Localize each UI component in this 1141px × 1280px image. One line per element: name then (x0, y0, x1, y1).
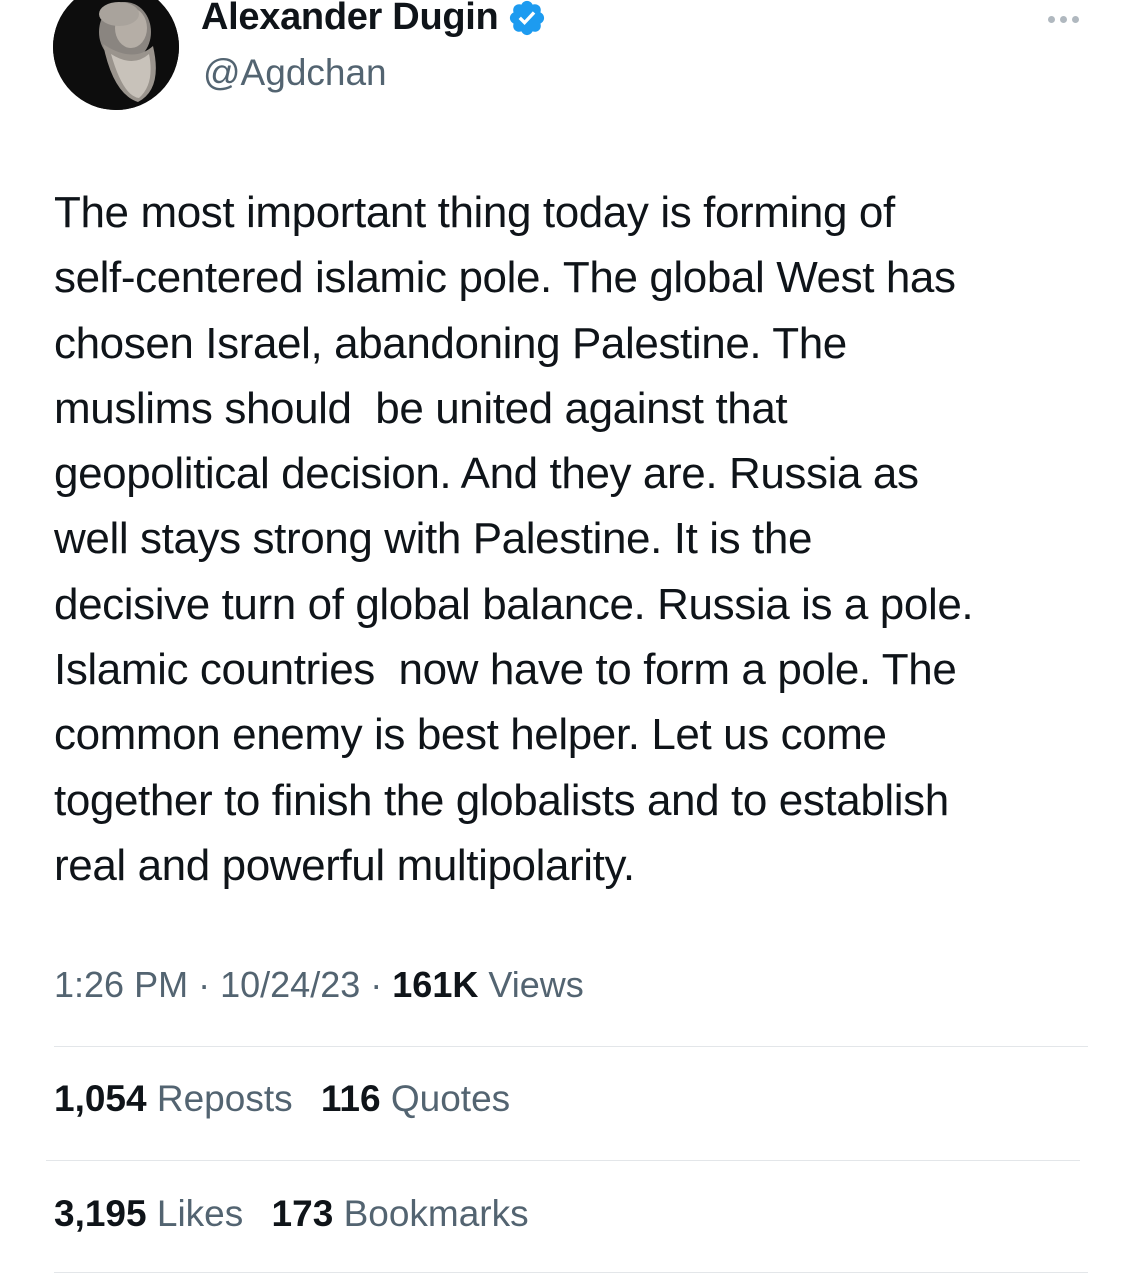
quotes-count: 116 (320, 1078, 381, 1119)
bookmarks-stat[interactable]: 173 Bookmarks (272, 1193, 529, 1234)
likes-stat[interactable]: 3,195 Likes (54, 1193, 254, 1234)
bookmarks-count: 173 (271, 1193, 334, 1234)
tweet-meta: 1:26 PM · 10/24/23 · 161K Views (54, 964, 584, 1006)
views-count: 161K (392, 964, 479, 1005)
divider (46, 1160, 1080, 1161)
stats-row-2: 3,195 Likes 173 Bookmarks (54, 1193, 547, 1235)
meta-separator: · (370, 964, 383, 1005)
author-name[interactable]: Alexander Dugin (201, 0, 499, 39)
stats-row-1: 1,054 Reposts 116 Quotes (54, 1078, 528, 1120)
more-dot (1047, 15, 1055, 23)
verified-badge-icon (510, 0, 545, 35)
reposts-count: 1,054 (54, 1078, 147, 1119)
more-options-icon[interactable] (1040, 8, 1086, 30)
author-name-row[interactable]: Alexander Dugin (201, 0, 547, 39)
quotes-stat[interactable]: 116 Quotes (321, 1078, 510, 1119)
meta-separator: · (198, 964, 211, 1005)
divider (54, 1272, 1088, 1273)
divider (54, 1046, 1088, 1047)
avatar-portrait (53, 0, 179, 110)
more-dot (1071, 15, 1079, 23)
likes-count: 3,195 (54, 1193, 147, 1234)
more-dot (1059, 15, 1067, 23)
bookmarks-label: Bookmarks (343, 1193, 529, 1234)
quotes-label: Quotes (390, 1078, 511, 1119)
views-label: Views (488, 964, 584, 1005)
tweet-text: The most important thing today is formin… (54, 188, 974, 890)
tweet-date[interactable]: 10/24/23 (220, 964, 360, 1005)
reposts-label: Reposts (156, 1078, 293, 1119)
author-handle[interactable]: @Agdchan (203, 52, 387, 94)
reposts-stat[interactable]: 1,054 Reposts (54, 1078, 303, 1119)
likes-label: Likes (156, 1193, 244, 1234)
avatar[interactable] (53, 0, 179, 110)
tweet-time[interactable]: 1:26 PM (54, 964, 188, 1005)
